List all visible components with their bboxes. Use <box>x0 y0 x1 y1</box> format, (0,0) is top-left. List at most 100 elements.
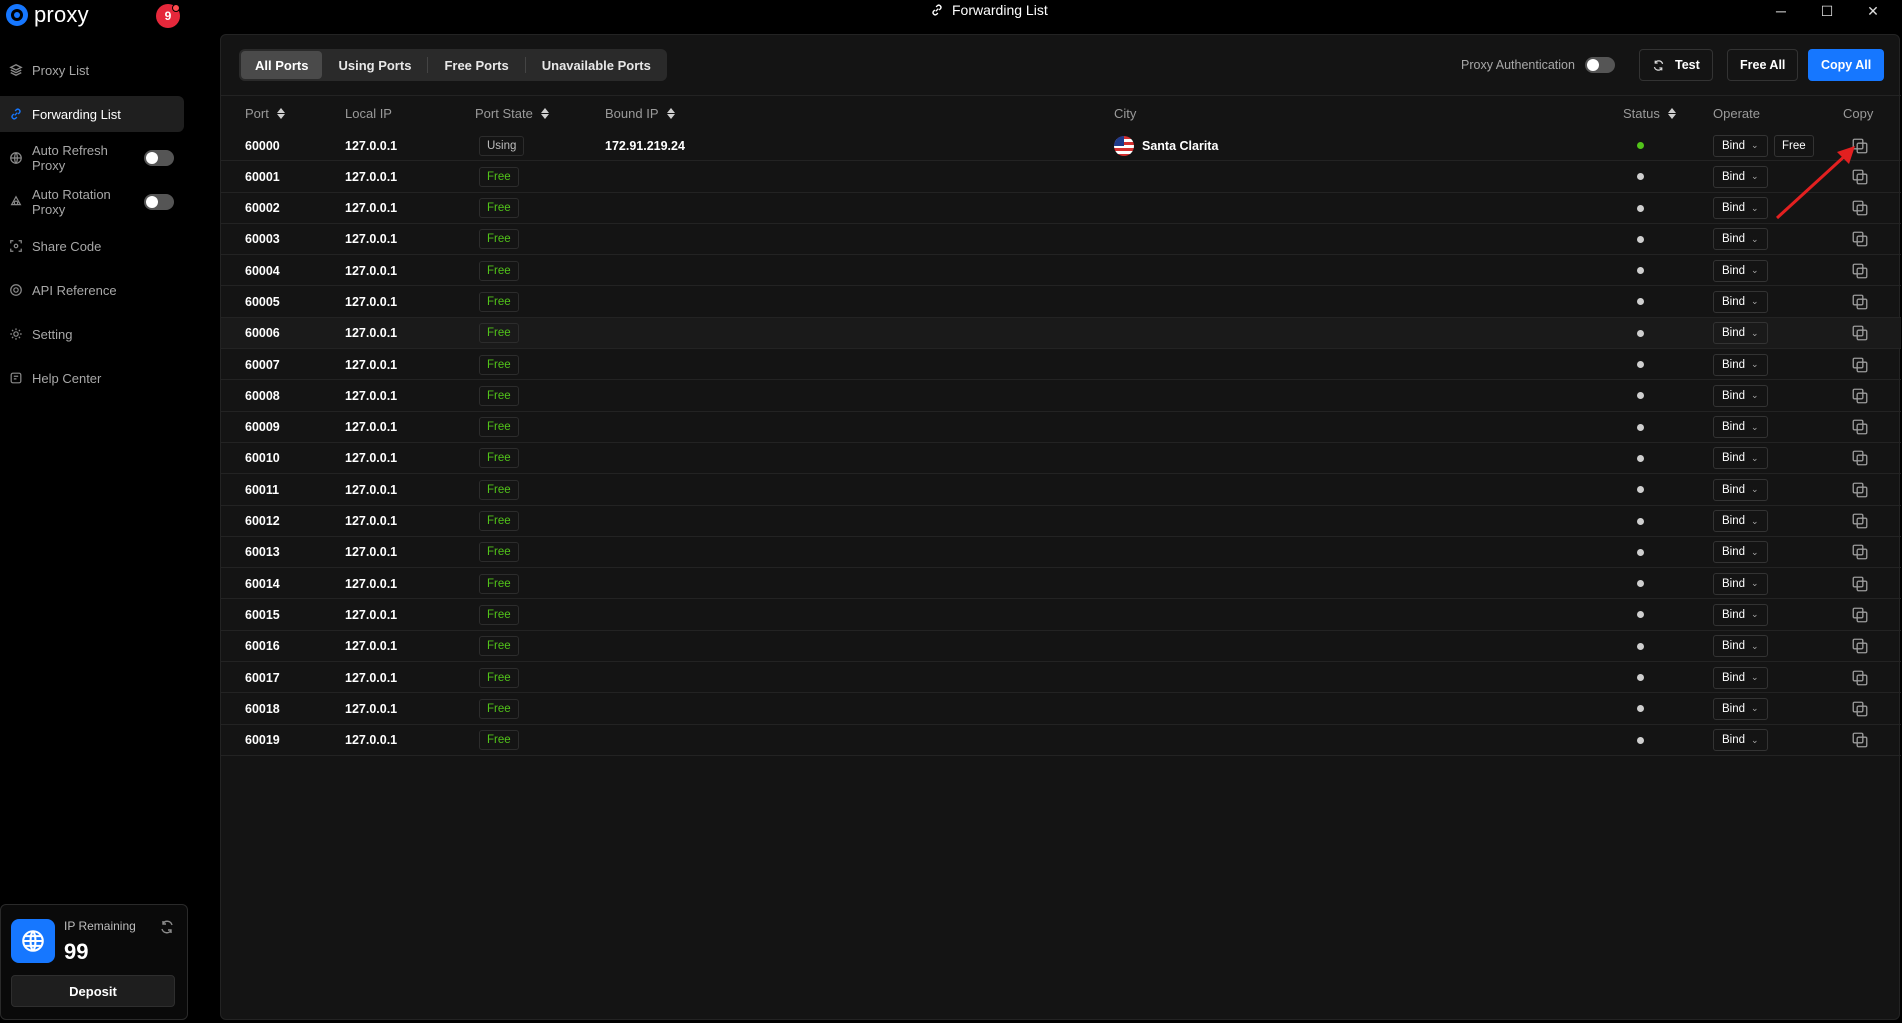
layers-icon <box>8 62 24 78</box>
port-cell: 60010 <box>245 451 280 466</box>
sidebar-item-proxy-list[interactable]: Proxy List <box>0 52 184 88</box>
copy-icon[interactable] <box>1851 193 1869 224</box>
bind-dropdown[interactable]: Bind ⌄ <box>1713 666 1768 689</box>
local-ip-cell: 127.0.0.1 <box>345 451 398 466</box>
sort-icon <box>1667 107 1676 119</box>
bind-dropdown[interactable]: Bind ⌄ <box>1713 697 1768 720</box>
column-port[interactable]: Port <box>245 96 285 130</box>
table-row: 60003 127.0.0.1 Free Bind ⌄ <box>221 224 1901 256</box>
bind-dropdown[interactable]: Bind ⌄ <box>1713 416 1768 439</box>
local-ip-cell: 127.0.0.1 <box>345 482 398 497</box>
table-row: 60011 127.0.0.1 Free Bind ⌄ <box>221 474 1901 506</box>
port-cell: 60007 <box>245 357 280 372</box>
copy-icon[interactable] <box>1851 224 1869 255</box>
copy-icon[interactable] <box>1851 318 1869 349</box>
bind-dropdown[interactable]: Bind ⌄ <box>1713 541 1768 564</box>
port-cell: 60006 <box>245 326 280 341</box>
status-indicator <box>1637 423 1644 431</box>
bound-ip-cell: 172.91.219.24 <box>605 138 685 153</box>
status-indicator <box>1637 642 1644 650</box>
sidebar-item-setting[interactable]: Setting <box>0 316 184 352</box>
proxy-authentication-toggle[interactable] <box>1584 57 1615 73</box>
maximize-button[interactable]: ☐ <box>1804 0 1850 22</box>
city-cell: Santa Clarita <box>1114 130 1218 161</box>
status-indicator <box>1637 548 1644 556</box>
sidebar-item-help-center[interactable]: Help Center <box>0 360 184 396</box>
copy-icon[interactable] <box>1851 631 1869 662</box>
copy-icon[interactable] <box>1851 599 1869 630</box>
ip-remaining-card: IP Remaining 99 Deposit <box>0 904 188 1020</box>
free-all-button[interactable]: Free All <box>1727 49 1799 81</box>
bind-dropdown[interactable]: Bind ⌄ <box>1713 353 1768 376</box>
copy-icon[interactable] <box>1851 255 1869 286</box>
table-row: 60009 127.0.0.1 Free Bind ⌄ <box>221 412 1901 443</box>
deposit-button[interactable]: Deposit <box>11 975 175 1007</box>
column-status[interactable]: Status <box>1623 96 1676 130</box>
sidebar-item-share-code[interactable]: Share Code <box>0 228 184 264</box>
chevron-down-icon: ⌄ <box>1751 452 1759 463</box>
bind-dropdown[interactable]: Bind ⌄ <box>1713 228 1768 251</box>
local-ip-cell: 127.0.0.1 <box>345 232 398 247</box>
column-bound-ip[interactable]: Bound IP <box>605 96 675 130</box>
bind-dropdown[interactable]: Bind ⌄ <box>1713 322 1768 345</box>
tab-unavailable-ports[interactable]: Unavailable Ports <box>528 51 665 79</box>
column-label: Copy <box>1843 105 1874 121</box>
copy-icon[interactable] <box>1851 693 1869 724</box>
bind-dropdown[interactable]: Bind ⌄ <box>1713 384 1768 407</box>
copy-icon[interactable] <box>1851 537 1869 568</box>
tab-free-ports[interactable]: Free Ports <box>430 51 522 79</box>
notification-badge[interactable]: 9 <box>156 4 180 28</box>
auto-refresh-toggle[interactable] <box>144 150 174 166</box>
refresh-icon[interactable] <box>159 919 175 938</box>
copy-icon[interactable] <box>1851 349 1869 380</box>
port-state-badge: Free <box>479 354 519 375</box>
column-operate: Operate <box>1713 96 1760 130</box>
copy-all-button[interactable]: Copy All <box>1808 49 1885 81</box>
copy-icon[interactable] <box>1851 380 1869 411</box>
sidebar-item-forwarding-list[interactable]: Forwarding List <box>0 96 184 132</box>
bind-dropdown[interactable]: Bind ⌄ <box>1713 510 1768 533</box>
bind-dropdown[interactable]: Bind ⌄ <box>1713 165 1768 188</box>
copy-icon[interactable] <box>1851 286 1869 317</box>
bind-dropdown[interactable]: Bind ⌄ <box>1713 478 1768 501</box>
chevron-down-icon: ⌄ <box>1751 171 1759 182</box>
tab-all-ports[interactable]: All Ports <box>241 51 323 79</box>
bind-dropdown[interactable]: Bind ⌄ <box>1713 447 1768 470</box>
sidebar-item-auto-rotation-proxy[interactable]: Auto Rotation Proxy <box>0 184 184 220</box>
free-port-button[interactable]: Free <box>1774 134 1814 157</box>
copy-icon[interactable] <box>1851 568 1869 599</box>
local-ip-cell: 127.0.0.1 <box>345 607 398 622</box>
bind-dropdown[interactable]: Bind ⌄ <box>1713 603 1768 626</box>
tab-using-ports[interactable]: Using Ports <box>324 51 425 79</box>
bind-dropdown[interactable]: Bind ⌄ <box>1713 290 1768 313</box>
port-state-badge: Free <box>479 229 519 250</box>
sidebar-item-label: Forwarding List <box>32 106 121 122</box>
bind-dropdown[interactable]: Bind ⌄ <box>1713 635 1768 658</box>
bind-dropdown[interactable]: Bind ⌄ <box>1713 259 1768 282</box>
bind-dropdown[interactable]: Bind ⌄ <box>1713 729 1768 752</box>
copy-icon[interactable] <box>1851 443 1869 474</box>
copy-icon[interactable] <box>1851 412 1869 443</box>
sidebar-item-auto-refresh-proxy[interactable]: Auto Refresh Proxy <box>0 140 184 176</box>
minimize-button[interactable]: ─ <box>1758 0 1804 22</box>
copy-icon[interactable] <box>1851 474 1869 505</box>
port-state-badge: Free <box>479 385 519 406</box>
column-port-state[interactable]: Port State <box>475 96 549 130</box>
bind-dropdown[interactable]: Bind ⌄ <box>1713 134 1768 157</box>
copy-icon[interactable] <box>1851 506 1869 537</box>
copy-icon[interactable] <box>1851 130 1869 161</box>
port-state-badge: Free <box>479 730 519 751</box>
close-button[interactable]: ✕ <box>1850 0 1896 22</box>
port-filter-tabs: All Ports Using Ports Free Ports Unavail… <box>239 49 667 81</box>
copy-icon[interactable] <box>1851 725 1869 756</box>
copy-icon[interactable] <box>1851 662 1869 693</box>
bind-label: Bind <box>1722 264 1746 277</box>
chevron-down-icon: ⌄ <box>1751 515 1759 526</box>
sidebar-item-api-reference[interactable]: API Reference <box>0 272 184 308</box>
bind-dropdown[interactable]: Bind ⌄ <box>1713 197 1768 220</box>
auto-rotation-toggle[interactable] <box>144 194 174 210</box>
copy-icon[interactable] <box>1851 161 1869 192</box>
chevron-down-icon: ⌄ <box>1751 672 1759 683</box>
test-button[interactable]: Test <box>1639 49 1713 81</box>
bind-dropdown[interactable]: Bind ⌄ <box>1713 572 1768 595</box>
